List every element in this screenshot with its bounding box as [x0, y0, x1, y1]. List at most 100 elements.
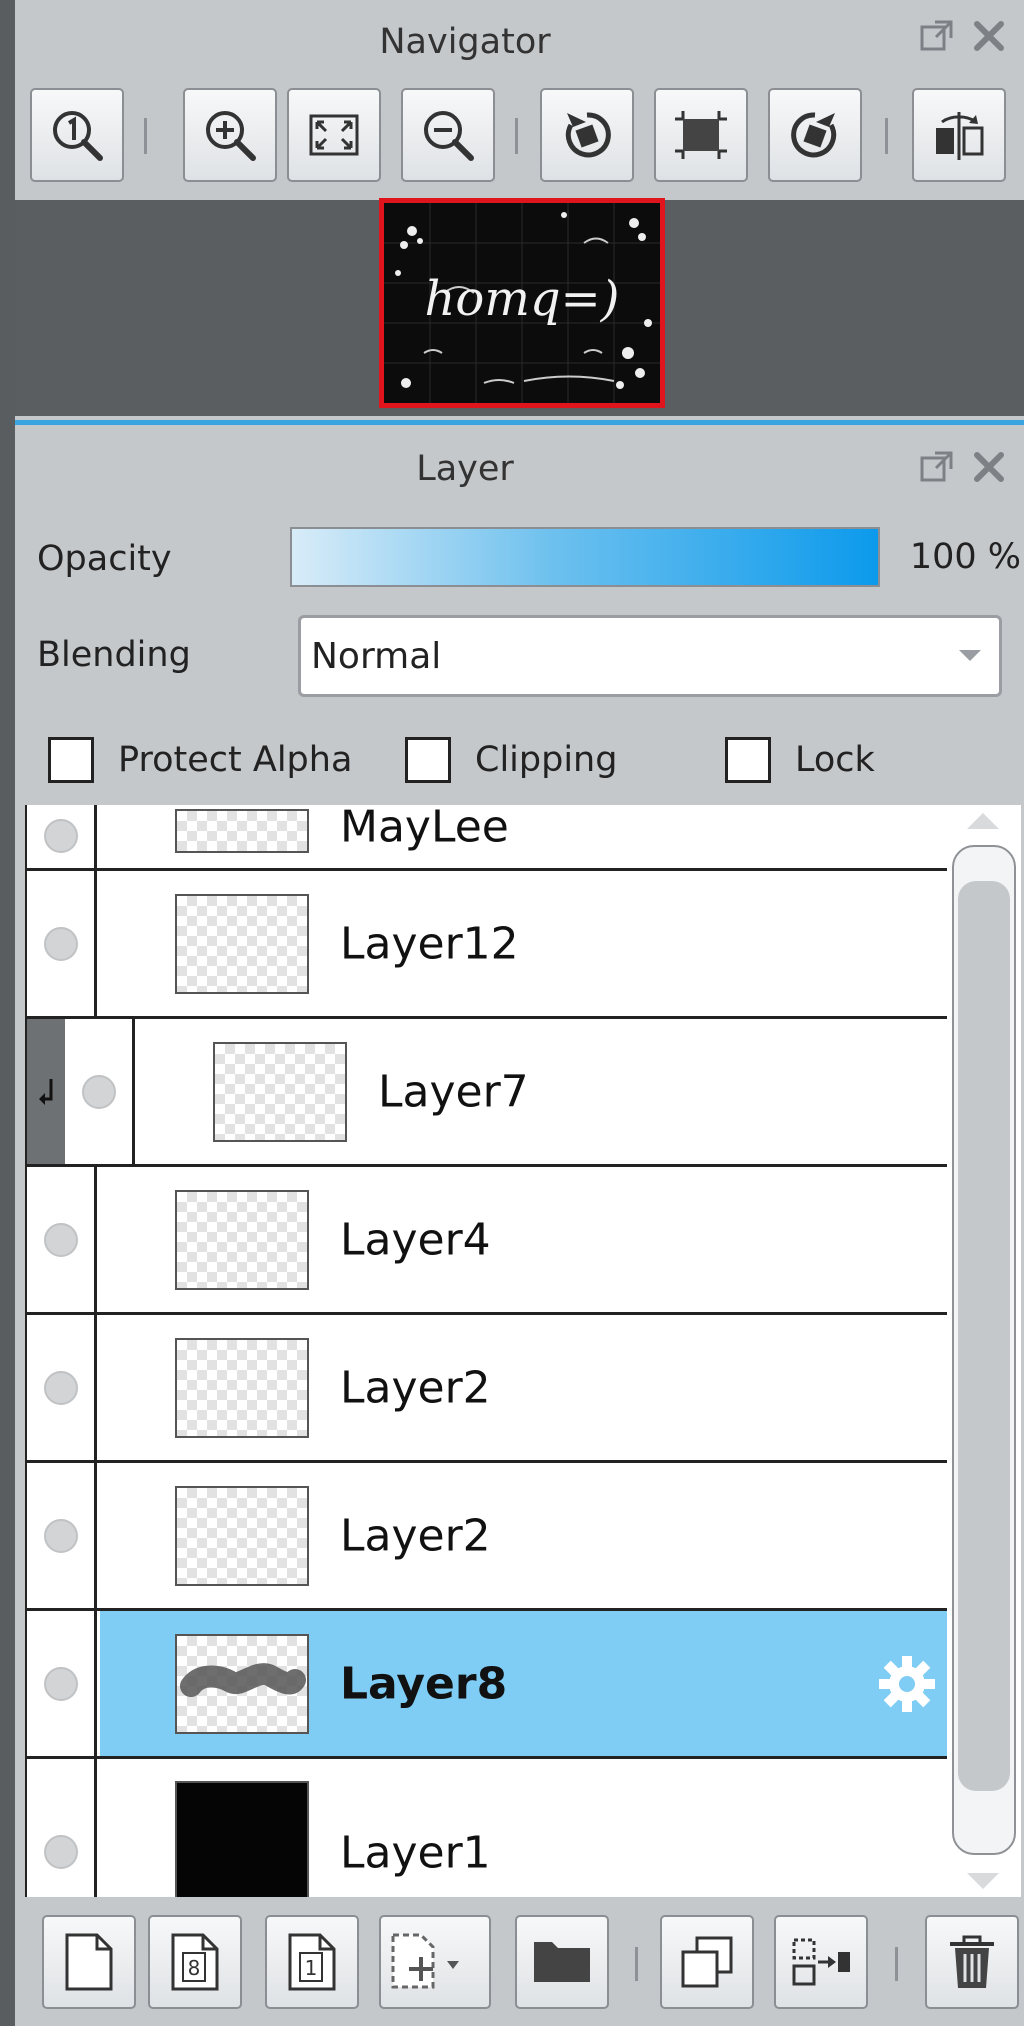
scroll-down-arrow-icon[interactable]	[967, 1873, 999, 1889]
new-1bit-layer-button[interactable]: 1	[265, 1915, 359, 2009]
fit-window-button[interactable]	[287, 88, 381, 182]
layer-row[interactable]: Layer4	[27, 1167, 947, 1315]
duplicate-icon	[681, 1936, 733, 1988]
layer-visibility-toggle[interactable]	[27, 1463, 97, 1608]
layer-name: Layer4	[340, 1214, 491, 1265]
visibility-dot-icon	[43, 926, 78, 961]
opacity-value: 100 %	[909, 537, 1021, 577]
clipping-checkbox[interactable]: Clipping	[405, 737, 617, 783]
layer-main-area[interactable]: Layer12	[100, 871, 947, 1016]
navigator-header: Navigator	[15, 0, 1024, 82]
toolbar-separator	[144, 118, 147, 154]
layer-name: Layer2	[340, 1362, 491, 1413]
navigator-panel: Navigator homq=)	[15, 0, 1024, 420]
blending-label: Blending	[37, 635, 191, 675]
blending-select[interactable]: Normal	[298, 615, 1002, 697]
layer-main-area[interactable]: Layer1	[100, 1759, 947, 1897]
new-8bit-layer-icon: 8	[171, 1933, 219, 1991]
flip-horizontal-icon	[936, 112, 984, 160]
add-layer-dropdown-button[interactable]	[379, 1915, 491, 2009]
rotate-right-button[interactable]	[768, 88, 862, 182]
layer-popout-icon[interactable]	[915, 445, 959, 489]
canvas-thumbnail-text: homq=)	[425, 271, 620, 327]
layer-thumbnail	[175, 809, 309, 853]
layer-thumbnail	[175, 1337, 309, 1438]
visibility-dot-icon	[81, 1074, 116, 1109]
layer-row[interactable]: Layer1	[27, 1759, 947, 1897]
layer-visibility-toggle[interactable]	[27, 871, 97, 1016]
layer-name: Layer2	[340, 1510, 491, 1561]
protect-alpha-label: Protect Alpha	[118, 740, 353, 780]
toolbar-separator	[515, 118, 518, 154]
duplicate-layer-button[interactable]	[660, 1915, 754, 2009]
zoom-out-icon	[424, 111, 474, 161]
layer-close-icon[interactable]	[967, 445, 1011, 489]
new-folder-button[interactable]	[515, 1915, 609, 2009]
layer-name: Layer12	[340, 918, 519, 969]
flip-horizontal-button[interactable]	[912, 88, 1006, 182]
gear-icon[interactable]	[875, 1652, 939, 1716]
navigator-preview-area[interactable]: homq=)	[15, 198, 1024, 416]
layer-header: Layer	[15, 425, 1024, 515]
opacity-slider[interactable]	[290, 527, 880, 587]
layer-main-area[interactable]: Layer2	[100, 1463, 947, 1608]
layer-list-scrollbar[interactable]	[947, 805, 1021, 1897]
layer-main-area[interactable]: MayLee	[100, 805, 947, 868]
navigator-close-icon[interactable]	[967, 14, 1011, 58]
layer-row-selected[interactable]: Layer8	[27, 1611, 947, 1759]
new-1bit-layer-icon: 1	[288, 1933, 336, 1991]
protect-alpha-checkbox[interactable]: Protect Alpha	[48, 737, 352, 783]
clipping-label: Clipping	[475, 740, 618, 780]
layer-thumbnail	[175, 1189, 309, 1290]
layer-row[interactable]: MayLee	[27, 805, 947, 871]
layer-visibility-toggle[interactable]	[27, 1611, 97, 1756]
layer-main-area[interactable]: Layer8	[100, 1611, 947, 1756]
lock-label: Lock	[795, 740, 875, 780]
navigator-viewport-frame[interactable]: homq=)	[379, 198, 665, 408]
fit-window-icon	[309, 114, 359, 156]
lock-checkbox[interactable]: Lock	[725, 737, 875, 783]
chevron-down-icon	[959, 650, 981, 661]
reset-rotation-button[interactable]	[654, 88, 748, 182]
layer-row[interactable]: Layer2	[27, 1315, 947, 1463]
protect-alpha-box[interactable]	[48, 737, 94, 783]
scroll-up-arrow-icon[interactable]	[967, 813, 999, 829]
zoom-actual-size-icon	[53, 111, 103, 161]
delete-layer-button[interactable]	[925, 1915, 1019, 2009]
rotate-right-icon	[791, 112, 837, 158]
scroll-thumb[interactable]	[958, 881, 1010, 1791]
merge-down-button[interactable]	[774, 1915, 868, 2009]
lock-box[interactable]	[725, 737, 771, 783]
navigator-popout-icon[interactable]	[915, 14, 959, 58]
blending-value: Normal	[311, 636, 442, 677]
layer-row[interactable]: Layer2	[27, 1463, 947, 1611]
toolbar-separator	[635, 1947, 638, 1981]
rotate-left-button[interactable]	[540, 88, 634, 182]
layer-row-clipped[interactable]: Layer7	[27, 1019, 947, 1167]
new-layer-button[interactable]	[42, 1915, 136, 2009]
scroll-track[interactable]	[952, 845, 1016, 1855]
toolbar-separator	[885, 118, 888, 154]
left-dock-strip	[0, 0, 15, 2026]
zoom-actual-size-button[interactable]	[30, 88, 124, 182]
layer-visibility-toggle[interactable]	[27, 1759, 97, 1897]
navigator-title: Navigator	[379, 22, 551, 62]
canvas-thumbnail: homq=)	[384, 203, 660, 403]
layer-main-area[interactable]: Layer2	[100, 1315, 947, 1460]
layer-visibility-toggle[interactable]	[27, 1315, 97, 1460]
layer-visibility-toggle[interactable]	[65, 1019, 135, 1164]
layer-title: Layer	[416, 449, 514, 489]
new-8bit-layer-button[interactable]: 8	[148, 1915, 242, 2009]
toolbar-separator	[895, 1947, 898, 1981]
folder-icon	[534, 1942, 590, 1982]
layer-main-area[interactable]: Layer4	[100, 1167, 947, 1312]
layer-visibility-toggle[interactable]	[27, 805, 97, 868]
layer-list[interactable]: MayLee Layer12 Layer7 Layer4 Layer2 Laye…	[25, 805, 947, 1897]
clipping-box[interactable]	[405, 737, 451, 783]
layer-thumbnail	[175, 1633, 309, 1734]
zoom-in-button[interactable]	[183, 88, 277, 182]
layer-main-area[interactable]: Layer7	[138, 1019, 947, 1164]
layer-row[interactable]: Layer12	[27, 871, 947, 1019]
layer-visibility-toggle[interactable]	[27, 1167, 97, 1312]
zoom-out-button[interactable]	[401, 88, 495, 182]
